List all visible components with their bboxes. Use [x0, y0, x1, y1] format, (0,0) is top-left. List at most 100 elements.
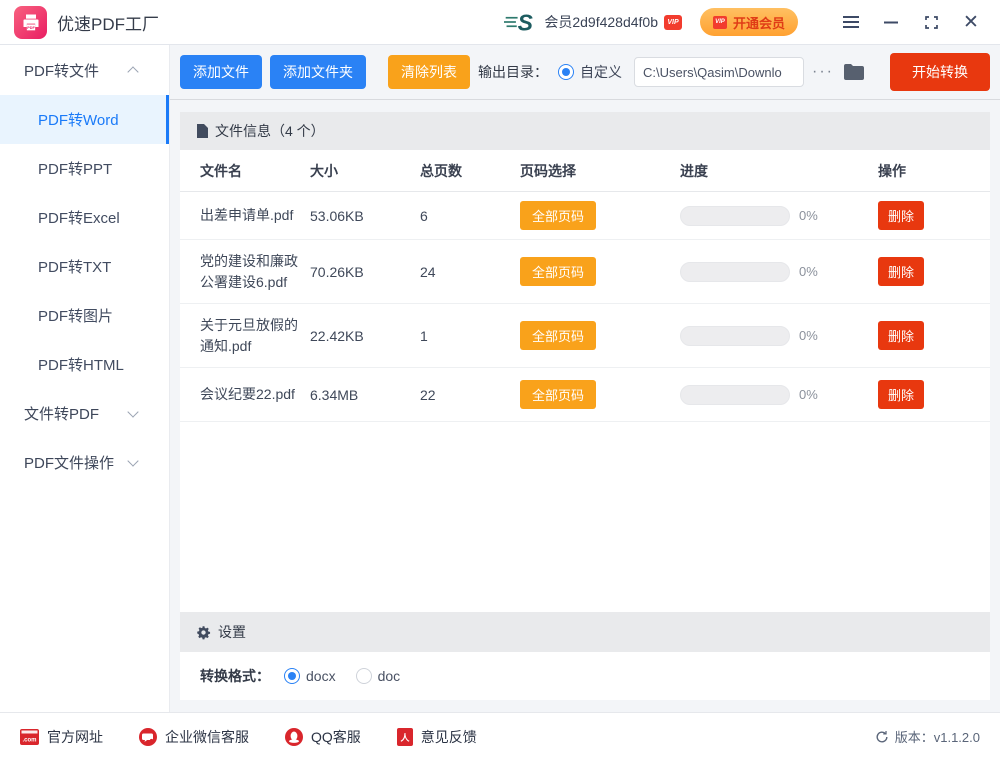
- open-vip-label: 开通会员: [733, 13, 785, 32]
- file-size: 70.26KB: [310, 264, 420, 280]
- settings-title: 设置: [218, 622, 246, 642]
- main-area: 添加文件 添加文件夹 清除列表 输出目录： 自定义 ··· 开始转换: [170, 45, 1000, 712]
- sidebar-item-label: PDF转TXT: [38, 256, 111, 277]
- sidebar-item-pdf-to-ppt[interactable]: PDF转PPT: [0, 144, 169, 193]
- vip-badge-icon: VIP: [664, 15, 682, 30]
- page-select-button[interactable]: 全部页码: [520, 201, 596, 230]
- start-convert-button[interactable]: 开始转换: [890, 53, 990, 91]
- titlebar-right: S 会员2d9f428d4f0b VIP VIP 开通会员: [504, 8, 984, 36]
- progress-bar: [680, 206, 790, 226]
- delete-button[interactable]: 删除: [878, 380, 924, 409]
- version-text: 版本：v1.1.2.0: [895, 727, 980, 746]
- open-vip-button[interactable]: VIP 开通会员: [700, 8, 798, 36]
- menu-button[interactable]: [838, 9, 864, 35]
- document-icon: [197, 124, 208, 138]
- file-name: 关于元旦放假的通知.pdf: [200, 315, 310, 357]
- progress-bar: [680, 326, 790, 346]
- official-website-link[interactable]: .com 官方网址: [20, 727, 103, 747]
- wechat-support-link[interactable]: 企业微信客服: [139, 727, 249, 747]
- update-refresh-icon[interactable]: [875, 730, 889, 744]
- svg-text:S: S: [518, 10, 534, 36]
- sidebar-group-pdf-operations[interactable]: PDF文件操作: [0, 438, 169, 487]
- footer-link-label: 意见反馈: [421, 727, 477, 747]
- output-dir-label: 输出目录：: [478, 62, 548, 82]
- progress-percent: 0%: [799, 387, 818, 402]
- sidebar-item-label: PDF转PPT: [38, 158, 112, 179]
- sidebar-item-pdf-to-html[interactable]: PDF转HTML: [0, 340, 169, 389]
- sidebar-group-label: PDF转文件: [24, 60, 99, 81]
- version-info: 版本：v1.1.2.0: [875, 727, 980, 746]
- member-avatar-icon: S: [504, 9, 538, 35]
- qq-icon: [285, 728, 303, 746]
- chevron-down-icon: [127, 406, 138, 417]
- member-id-text: 会员2d9f428d4f0b: [544, 12, 658, 32]
- table-row: 关于元旦放假的通知.pdf 22.42KB 1 全部页码 0% 删除: [180, 304, 990, 368]
- format-label: 转换格式：: [200, 666, 270, 686]
- page-select-button[interactable]: 全部页码: [520, 321, 596, 350]
- add-folder-button[interactable]: 添加文件夹: [270, 55, 366, 89]
- sidebar-item-pdf-to-word[interactable]: PDF转Word: [0, 95, 169, 144]
- page-select-button[interactable]: 全部页码: [520, 257, 596, 286]
- wechat-icon: [139, 728, 157, 746]
- qq-support-link[interactable]: QQ客服: [285, 727, 361, 747]
- sidebar-item-pdf-to-image[interactable]: PDF转图片: [0, 291, 169, 340]
- col-header-action: 操作: [878, 161, 990, 181]
- output-path-input[interactable]: [634, 57, 804, 87]
- feedback-link[interactable]: 人 意见反馈: [397, 727, 477, 747]
- sidebar-item-label: PDF转图片: [38, 305, 113, 326]
- table-row: 党的建设和廉政公署建设6.pdf 70.26KB 24 全部页码 0% 删除: [180, 240, 990, 304]
- add-file-button[interactable]: 添加文件: [180, 55, 262, 89]
- maximize-button[interactable]: [918, 9, 944, 35]
- bottom-gap: [180, 700, 990, 712]
- docx-label: docx: [306, 668, 336, 684]
- table-header-row: 文件名 大小 总页数 页码选择 进度 操作: [180, 150, 990, 192]
- close-button[interactable]: ✕: [958, 9, 984, 35]
- printer-icon: PDF: [21, 12, 41, 32]
- delete-button[interactable]: 删除: [878, 201, 924, 230]
- col-header-pages: 总页数: [420, 161, 520, 181]
- table-row: 出差申请单.pdf 53.06KB 6 全部页码 0% 删除: [180, 192, 990, 240]
- sidebar-item-pdf-to-excel[interactable]: PDF转Excel: [0, 193, 169, 242]
- sidebar-item-label: PDF转Excel: [38, 207, 120, 228]
- progress-bar: [680, 262, 790, 282]
- clear-list-button[interactable]: 清除列表: [388, 55, 470, 89]
- sidebar-group-pdf-to-file[interactable]: PDF转文件: [0, 45, 169, 95]
- col-header-progress: 进度: [680, 161, 878, 181]
- docx-radio[interactable]: [284, 668, 300, 684]
- website-icon: .com: [20, 729, 39, 745]
- format-option-doc[interactable]: doc: [356, 668, 401, 684]
- file-size: 53.06KB: [310, 208, 420, 224]
- sidebar: PDF转文件 PDF转Word PDF转PPT PDF转Excel PDF转TX…: [0, 45, 170, 712]
- app-logo-icon: PDF: [14, 6, 47, 39]
- format-option-docx[interactable]: docx: [284, 668, 336, 684]
- file-info-title: 文件信息（4 个）: [215, 121, 325, 141]
- folder-icon: [844, 64, 864, 80]
- sidebar-group-file-to-pdf[interactable]: 文件转PDF: [0, 389, 169, 438]
- file-pages: 1: [420, 328, 520, 344]
- custom-output-radio[interactable]: [558, 64, 574, 80]
- file-name: 出差申请单.pdf: [200, 205, 310, 226]
- minimize-icon: [884, 21, 898, 24]
- page-select-button[interactable]: 全部页码: [520, 380, 596, 409]
- footer-link-label: 官方网址: [47, 727, 103, 747]
- file-name: 党的建设和廉政公署建设6.pdf: [200, 251, 310, 293]
- browse-more-button[interactable]: ···: [812, 63, 834, 81]
- delete-button[interactable]: 删除: [878, 321, 924, 350]
- file-pages: 6: [420, 208, 520, 224]
- doc-radio[interactable]: [356, 668, 372, 684]
- chevron-up-icon: [127, 66, 138, 77]
- file-pages: 22: [420, 387, 520, 403]
- svg-text:PDF: PDF: [27, 26, 35, 30]
- sidebar-item-pdf-to-txt[interactable]: PDF转TXT: [0, 242, 169, 291]
- delete-button[interactable]: 删除: [878, 257, 924, 286]
- footer-link-label: 企业微信客服: [165, 727, 249, 747]
- settings-header: 设置: [180, 612, 990, 652]
- progress-percent: 0%: [799, 264, 818, 279]
- title-bar: PDF 优速PDF工厂 S 会员2d9f428d4f0b VIP VIP 开通会…: [0, 0, 1000, 45]
- hamburger-icon: [843, 16, 859, 28]
- svg-text:人: 人: [399, 732, 410, 743]
- open-folder-button[interactable]: [844, 64, 864, 80]
- chevron-down-icon: [127, 455, 138, 466]
- minimize-button[interactable]: [878, 9, 904, 35]
- file-list-panel: 文件信息（4 个） 文件名 大小 总页数 页码选择 进度 操作 出差申请单.pd…: [180, 112, 990, 712]
